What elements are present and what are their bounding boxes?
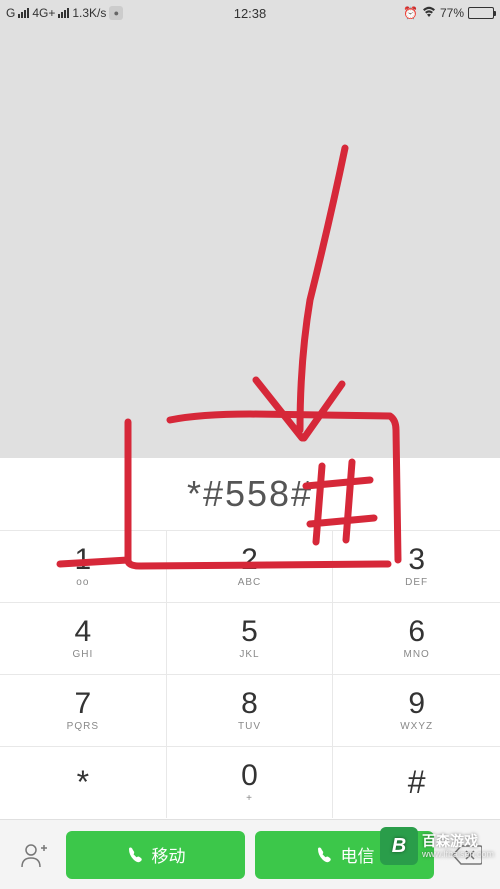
sim1-label: 移动 xyxy=(152,842,186,867)
network-label: G xyxy=(6,6,15,20)
key-3[interactable]: 3DEF xyxy=(333,530,500,602)
key-hash[interactable]: # xyxy=(333,746,500,818)
status-bar: G 4G+ 1.3K/s ● 12:38 ⏰ 77% xyxy=(0,0,500,26)
wifi-icon xyxy=(422,6,436,21)
key-6[interactable]: 6MNO xyxy=(333,602,500,674)
sim2-label: 电信 xyxy=(341,842,375,867)
watermark-url: www.lfbaisen.com xyxy=(422,850,494,859)
network-type: 4G+ xyxy=(32,6,55,20)
key-9[interactable]: 9WXYZ xyxy=(333,674,500,746)
add-person-icon xyxy=(18,842,48,868)
key-5[interactable]: 5JKL xyxy=(167,602,334,674)
keypad: 1oo 2ABC 3DEF 4GHI 5JKL 6MNO 7PQRS 8TUV … xyxy=(0,530,500,818)
battery-icon xyxy=(468,7,494,19)
key-8[interactable]: 8TUV xyxy=(167,674,334,746)
phone-icon xyxy=(126,846,144,864)
empty-area xyxy=(0,26,500,458)
clock: 12:38 xyxy=(234,6,267,21)
dialer-panel: *#558# 1oo 2ABC 3DEF 4GHI 5JKL 6MNO 7PQR… xyxy=(0,458,500,889)
watermark: B 百森游戏 www.lfbaisen.com xyxy=(380,827,494,865)
key-4[interactable]: 4GHI xyxy=(0,602,167,674)
dialed-number: *#558# xyxy=(0,458,500,530)
key-0[interactable]: 0+ xyxy=(167,746,334,818)
watermark-logo-icon: B xyxy=(380,827,418,865)
phone-icon xyxy=(315,846,333,864)
signal-bars-2-icon xyxy=(58,8,69,18)
key-star[interactable]: * xyxy=(0,746,167,818)
status-right: ⏰ 77% xyxy=(403,6,494,21)
call-sim1-button[interactable]: 移动 xyxy=(66,831,245,879)
data-speed: 1.3K/s xyxy=(72,6,106,20)
wechat-icon: ● xyxy=(109,6,123,20)
status-left: G 4G+ 1.3K/s ● xyxy=(6,6,123,20)
battery-percent: 77% xyxy=(440,6,464,20)
voicemail-icon: oo xyxy=(76,577,89,588)
key-1[interactable]: 1oo xyxy=(0,530,167,602)
key-7[interactable]: 7PQRS xyxy=(0,674,167,746)
signal-bars-1-icon xyxy=(18,8,29,18)
key-2[interactable]: 2ABC xyxy=(167,530,334,602)
alarm-icon: ⏰ xyxy=(403,6,418,20)
add-contact-button[interactable] xyxy=(10,832,56,878)
watermark-brand: 百森游戏 xyxy=(422,834,494,848)
